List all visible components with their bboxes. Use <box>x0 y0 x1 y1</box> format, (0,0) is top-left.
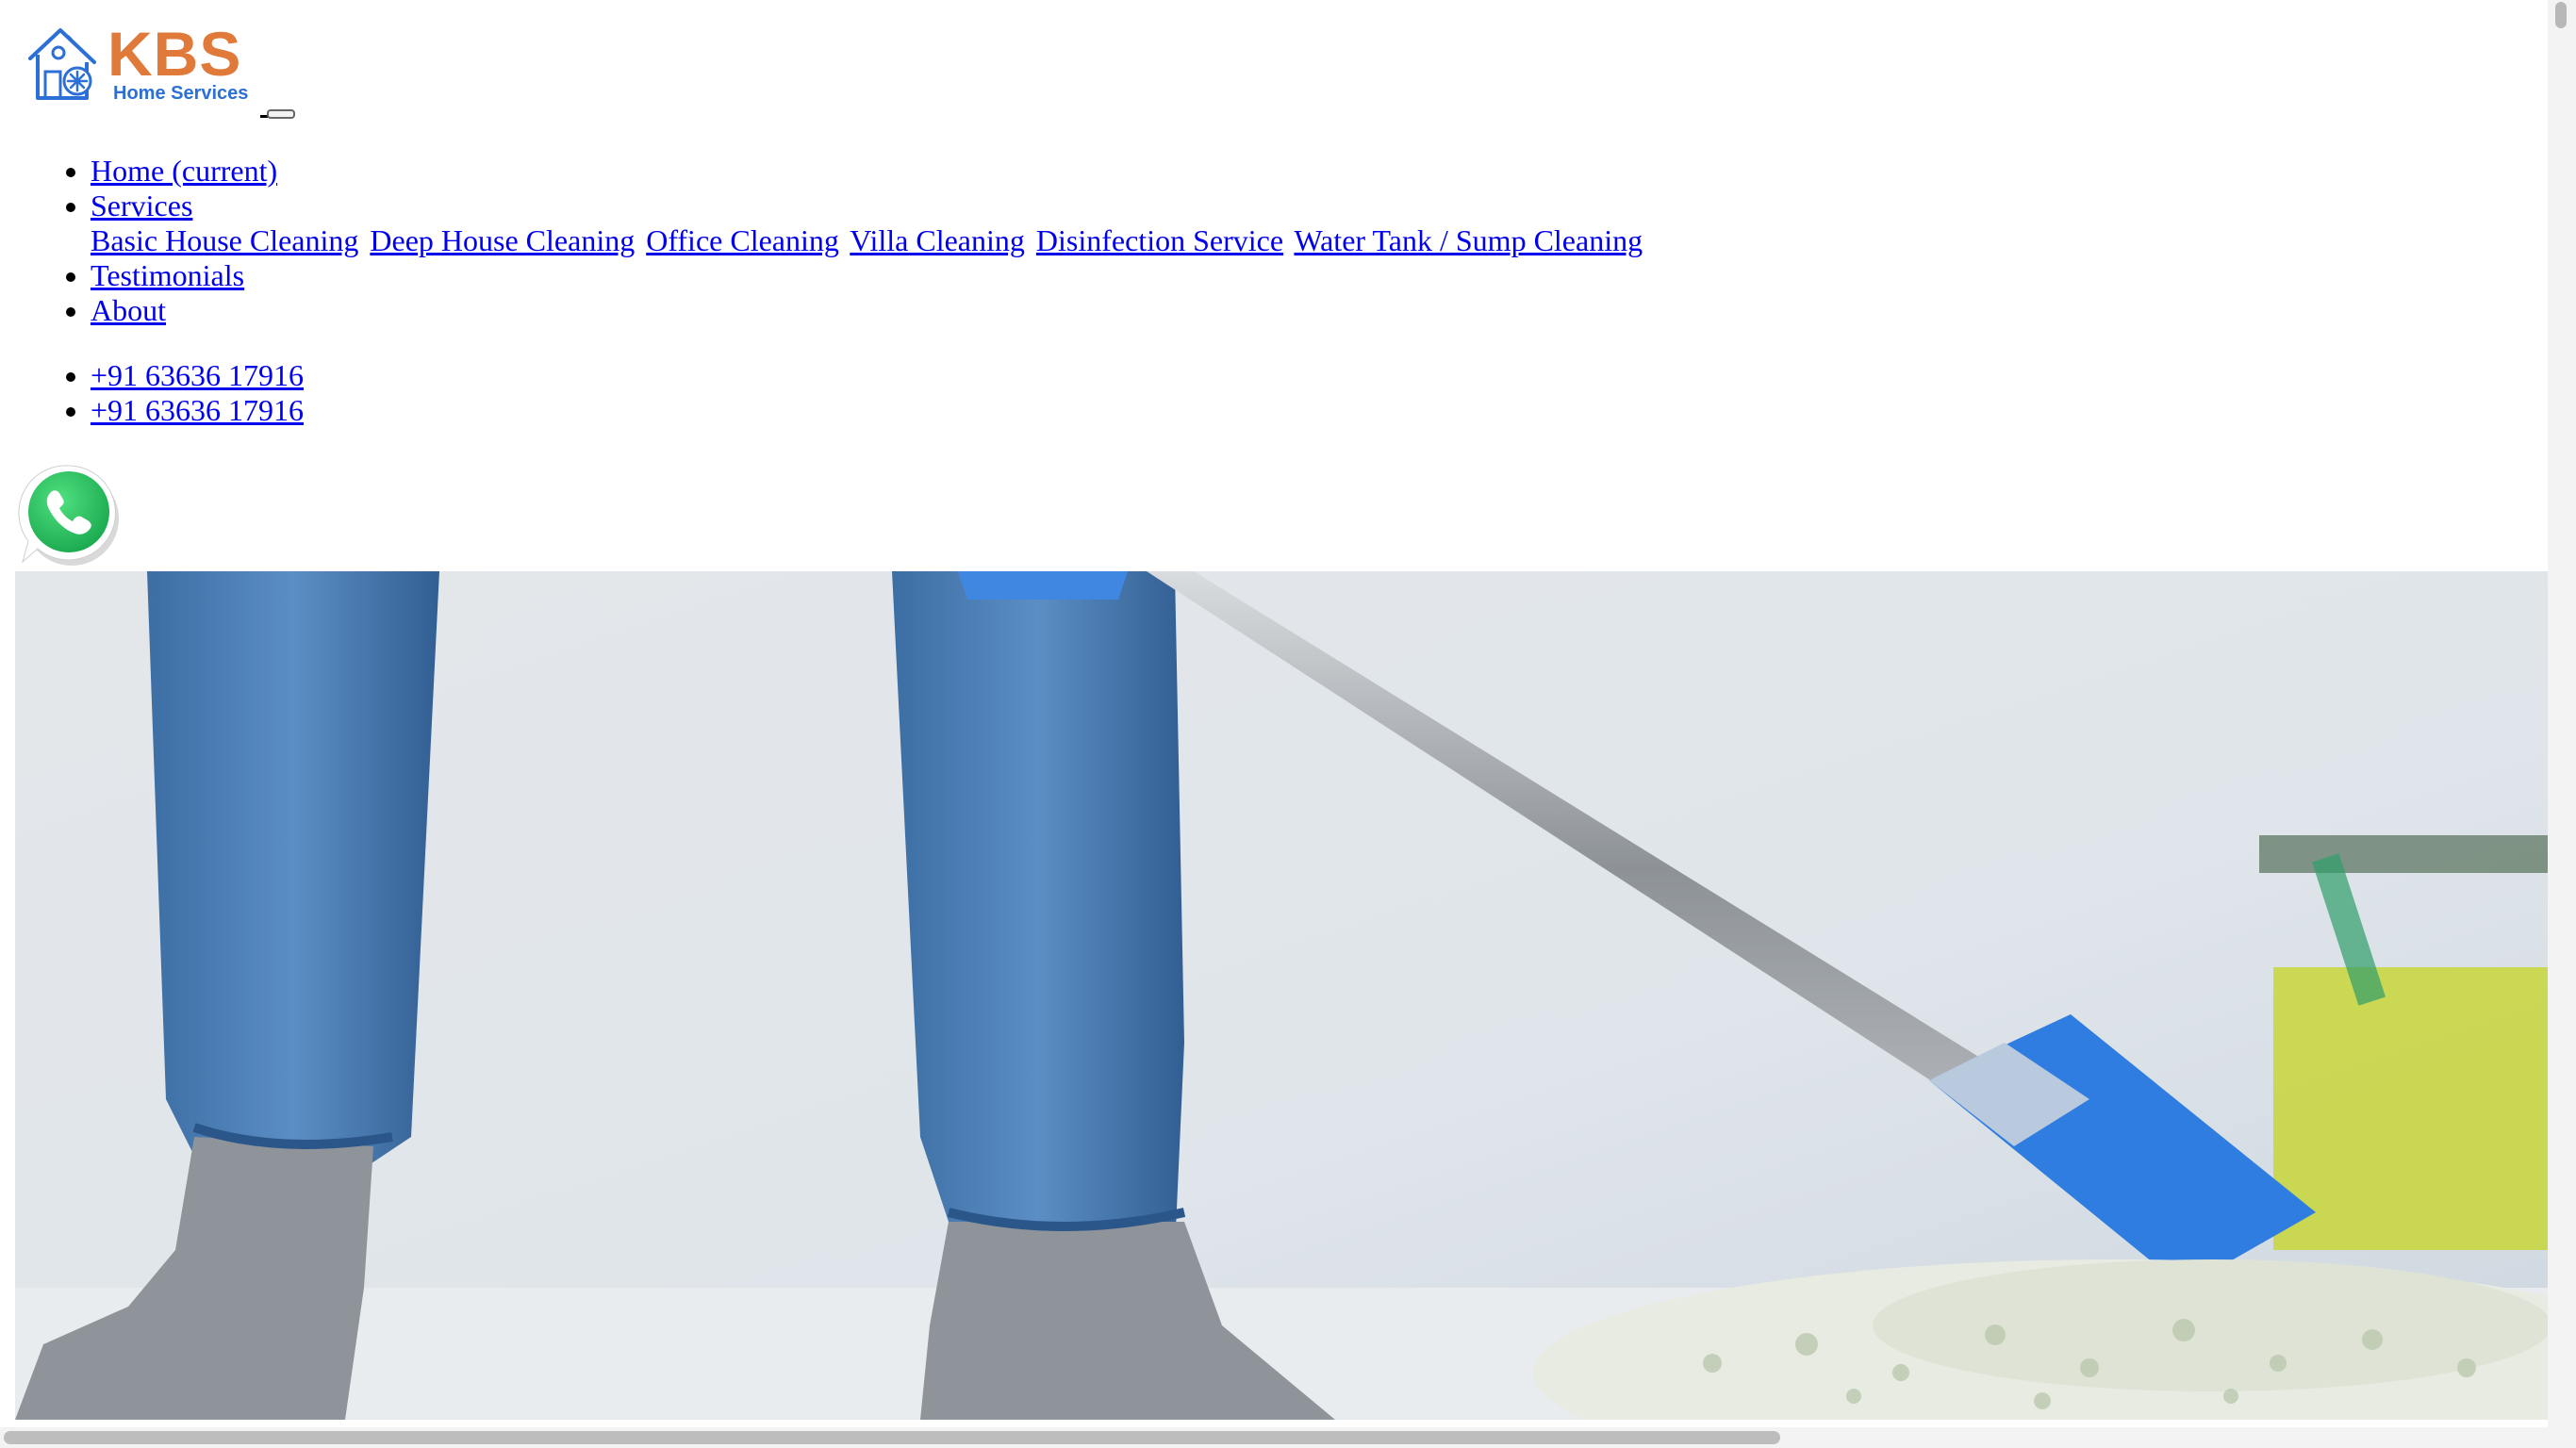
logo-tagline: Home Services <box>113 83 249 104</box>
main-nav: Home (current) Services Basic House Clea… <box>0 154 1646 328</box>
horizontal-scrollbar[interactable] <box>0 1427 2548 1448</box>
logo[interactable]: KBS Home Services <box>25 19 249 104</box>
nav-link-testimonials[interactable]: Testimonials <box>91 258 244 292</box>
service-link-disinfection-service[interactable]: Disinfection Service <box>1036 223 1283 257</box>
horizontal-scrollbar-thumb[interactable] <box>4 1431 1780 1444</box>
service-link-villa-cleaning[interactable]: Villa Cleaning <box>850 223 1025 257</box>
hero-image <box>15 571 2548 1420</box>
hero-photo <box>15 571 2548 1420</box>
vertical-scrollbar-thumb[interactable] <box>2555 2 2567 28</box>
nav-link-about[interactable]: About <box>91 293 166 327</box>
house-snowflake-icon <box>28 28 96 100</box>
service-link-office-cleaning[interactable]: Office Cleaning <box>646 223 839 257</box>
service-link-water-tank-sump-cleaning[interactable]: Water Tank / Sump Cleaning <box>1294 223 1643 257</box>
nav-item-services: Services Basic House Cleaning Deep House… <box>91 189 1646 258</box>
logo-text: KBS Home Services <box>107 19 249 104</box>
nav-item-home: Home (current) <box>91 154 1646 189</box>
phone-link-1[interactable]: +91 63636 17916 <box>91 358 304 392</box>
nav-link-services[interactable]: Services <box>91 189 192 222</box>
phone-list: +91 63636 17916 +91 63636 17916 <box>0 358 304 428</box>
service-link-basic-house-cleaning[interactable]: Basic House Cleaning <box>91 223 358 257</box>
nav-item-about: About <box>91 293 1646 328</box>
logo-brand: KBS <box>107 19 242 89</box>
phone-item: +91 63636 17916 <box>91 393 304 428</box>
navbar-toggler-button[interactable] <box>267 109 295 119</box>
nav-link-home[interactable]: Home (current) <box>91 154 277 188</box>
vertical-scrollbar[interactable] <box>2548 0 2576 1448</box>
phone-item: +91 63636 17916 <box>91 358 304 393</box>
service-link-deep-house-cleaning[interactable]: Deep House Cleaning <box>370 223 635 257</box>
nav-item-testimonials: Testimonials <box>91 258 1646 293</box>
whatsapp-icon[interactable] <box>15 460 123 568</box>
page: KBS Home Services Home (current) Service… <box>0 0 2548 1427</box>
phone-link-2[interactable]: +91 63636 17916 <box>91 393 304 427</box>
services-dropdown: Basic House Cleaning Deep House Cleaning… <box>91 223 1646 258</box>
